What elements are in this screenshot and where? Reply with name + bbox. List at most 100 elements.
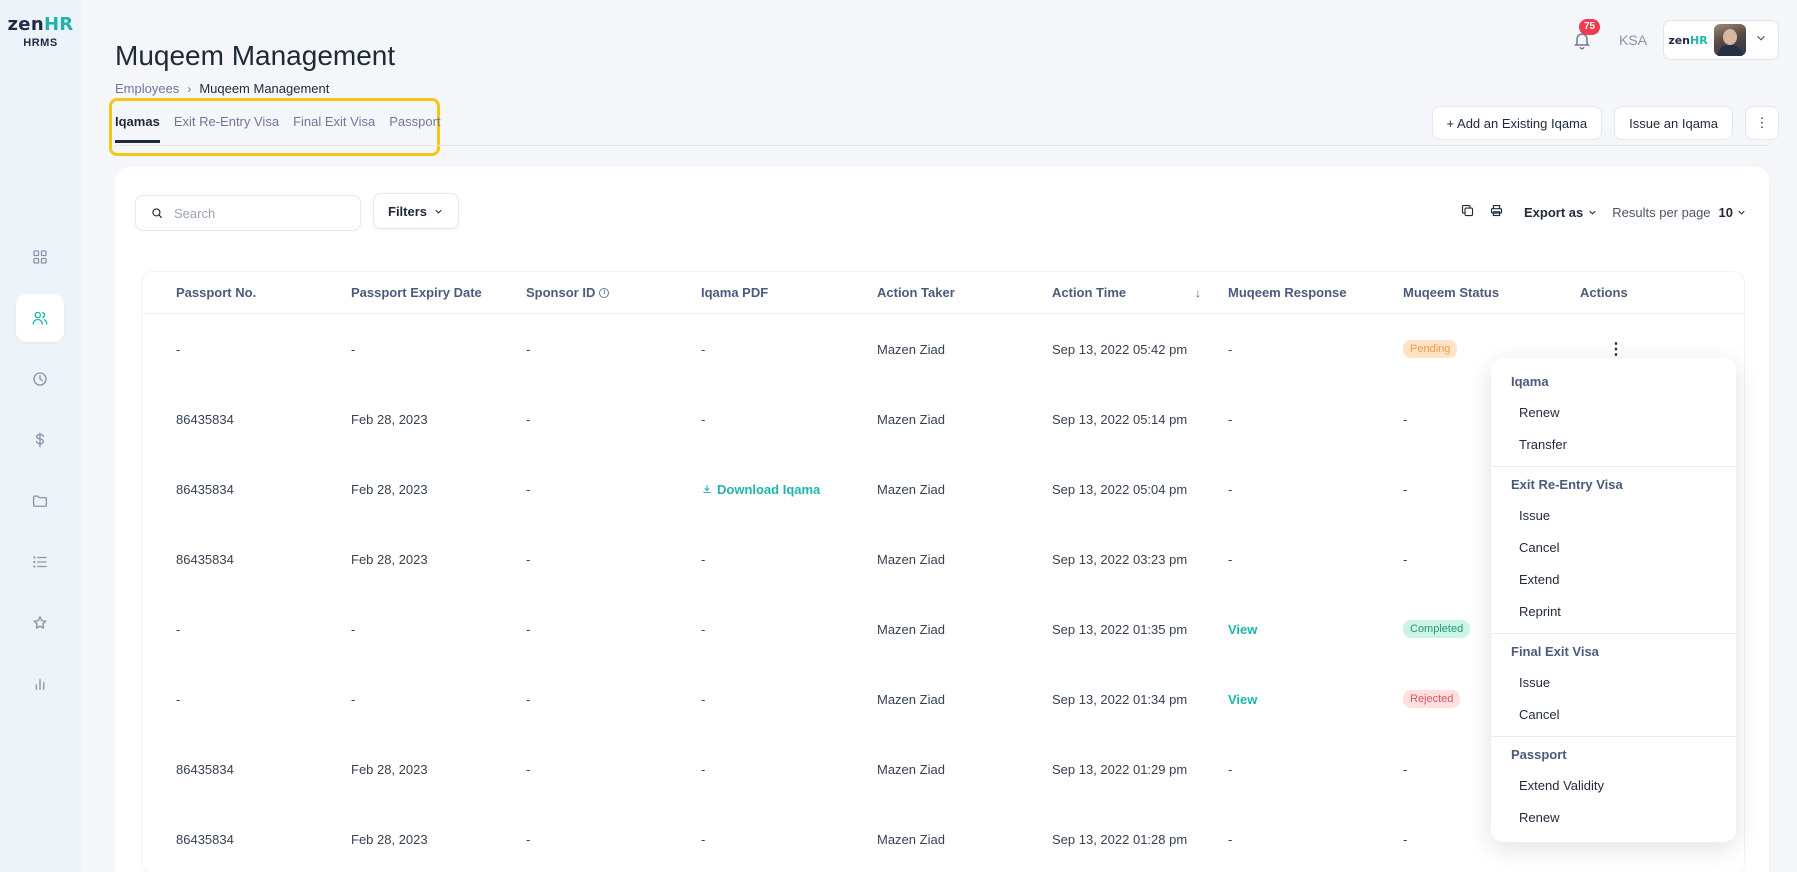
- sidebar: zenHR HRMS: [0, 0, 81, 872]
- cell-action-taker: Mazen Ziad: [877, 411, 945, 427]
- download-icon: [703, 485, 711, 493]
- cell-passport-expiry: -: [351, 621, 356, 637]
- status-badge: Pending: [1403, 340, 1458, 358]
- region-selector[interactable]: KSA: [1619, 32, 1647, 48]
- results-per-page-label: Results per page: [1612, 204, 1711, 220]
- column-header-actions: Actions: [1580, 285, 1628, 300]
- cell-muqeem-status: Pending: [1403, 314, 1458, 384]
- add-existing-iqama-button[interactable]: + Add an Existing Iqama: [1431, 106, 1603, 140]
- tab-final-exit-visa[interactable]: Final Exit Visa: [293, 114, 375, 143]
- tab-exit-re-entry-visa[interactable]: Exit Re-Entry Visa: [174, 114, 279, 143]
- menu-item-exit-re-entry-visa-extend[interactable]: Extend: [1491, 563, 1736, 595]
- more-options-button[interactable]: ⋮: [1745, 106, 1779, 140]
- export-label: Export as: [1524, 204, 1584, 220]
- search-icon: [152, 208, 163, 219]
- tab-bar: Iqamas Exit Re-Entry Visa Final Exit Vis…: [115, 114, 441, 143]
- chevron-down-icon: [1754, 31, 1768, 50]
- sidebar-item-employees[interactable]: [16, 294, 64, 342]
- export-as-dropdown[interactable]: Export as: [1524, 205, 1598, 220]
- search-input[interactable]: [174, 205, 344, 221]
- cell-passport-expiry: Feb 28, 2023: [351, 761, 428, 777]
- breadcrumb-employees-link[interactable]: Employees: [115, 81, 179, 96]
- menu-item-final-exit-visa-cancel[interactable]: Cancel: [1491, 698, 1736, 730]
- cell-sponsor-id: -: [526, 621, 531, 637]
- cell-passport-no: 86435834: [176, 831, 234, 847]
- row-actions-menu: Iqama Renew Transfer Exit Re-Entry Visa Issu…: [1491, 358, 1736, 842]
- cell-action-time: Sep 13, 2022 03:23 pm: [1052, 551, 1188, 567]
- issue-iqama-button[interactable]: Issue an Iqama: [1614, 106, 1733, 140]
- column-header-passport-no[interactable]: Passport No.: [176, 272, 256, 313]
- sort-descending-icon[interactable]: ↓: [1195, 272, 1201, 313]
- cell-iqama-pdf: -: [701, 831, 706, 847]
- copy-button[interactable]: [1460, 203, 1475, 221]
- cell-passport-no: 86435834: [176, 761, 234, 777]
- company-logo-zen: zen: [1668, 33, 1691, 47]
- menu-item-iqama-renew[interactable]: Renew: [1491, 396, 1736, 428]
- cell-muqeem-status: -: [1403, 411, 1408, 427]
- cell-action-time: Sep 13, 2022 01:28 pm: [1052, 831, 1188, 847]
- column-header-action-taker[interactable]: Action Taker: [877, 272, 955, 313]
- cell-action-taker: Mazen Ziad: [877, 831, 945, 847]
- notifications-button[interactable]: 75: [1569, 19, 1601, 53]
- results-per-page-select[interactable]: 10: [1719, 205, 1747, 220]
- profile-menu[interactable]: zen HR: [1663, 20, 1779, 60]
- menu-item-exit-re-entry-visa-reprint[interactable]: Reprint: [1491, 595, 1736, 627]
- chart-icon: [35, 678, 45, 690]
- sidebar-item-payroll[interactable]: [16, 416, 64, 464]
- sidebar-item-documents[interactable]: [16, 477, 64, 525]
- users-icon: [32, 311, 48, 325]
- cell-iqama-pdf: -: [701, 691, 706, 707]
- print-button[interactable]: [1489, 203, 1504, 221]
- sidebar-item-performance[interactable]: [16, 599, 64, 647]
- menu-item-passport-renew[interactable]: Renew: [1491, 801, 1736, 833]
- cell-muqeem-status: -: [1403, 481, 1408, 497]
- cell-muqeem-response: -: [1228, 831, 1233, 847]
- menu-item-passport-extend-validity[interactable]: Extend Validity: [1491, 769, 1736, 801]
- cell-action-taker: Mazen Ziad: [877, 341, 945, 357]
- view-response-link[interactable]: View: [1228, 692, 1257, 707]
- cell-action-time: Sep 13, 2022 01:35 pm: [1052, 621, 1188, 637]
- menu-item-exit-re-entry-visa-issue[interactable]: Issue: [1491, 499, 1736, 531]
- menu-item-iqama-transfer[interactable]: Transfer: [1491, 428, 1736, 460]
- cell-muqeem-response: -: [1228, 411, 1233, 427]
- menu-group: Iqama Renew Transfer: [1491, 364, 1736, 467]
- cell-muqeem-status: -: [1403, 831, 1408, 847]
- column-header-passport-expiry[interactable]: Passport Expiry Date: [351, 272, 482, 313]
- menu-group: Passport Extend Validity Renew: [1491, 737, 1736, 839]
- filters-label: Filters: [388, 203, 428, 219]
- cell-passport-no: 86435834: [176, 481, 234, 497]
- cell-muqeem-status: -: [1403, 761, 1408, 777]
- column-header-muqeem-status[interactable]: Muqeem Status: [1403, 272, 1499, 313]
- cell-passport-expiry: Feb 28, 2023: [351, 411, 428, 427]
- cell-sponsor-id: -: [526, 831, 531, 847]
- cell-passport-no: -: [176, 621, 181, 637]
- logo-zen-text: zen: [7, 14, 44, 35]
- menu-item-final-exit-visa-issue[interactable]: Issue: [1491, 666, 1736, 698]
- tab-iqamas[interactable]: Iqamas: [115, 114, 160, 143]
- column-header-action-time[interactable]: Action Time: [1052, 272, 1126, 313]
- download-iqama-link[interactable]: Download Iqama: [701, 482, 820, 497]
- sidebar-item-dashboard[interactable]: [16, 233, 64, 281]
- column-header-iqama-pdf[interactable]: Iqama PDF: [701, 272, 768, 313]
- cell-passport-no: 86435834: [176, 551, 234, 567]
- sidebar-item-lists[interactable]: [16, 538, 64, 586]
- logo-hr-text: HR: [43, 14, 74, 35]
- zenhr-logo[interactable]: zenHR HRMS: [0, 14, 81, 49]
- cell-muqeem-status: Rejected: [1403, 664, 1461, 734]
- list-icon: [33, 556, 47, 568]
- clock-icon: [33, 372, 47, 386]
- view-response-link[interactable]: View: [1228, 622, 1257, 637]
- cell-passport-expiry: Feb 28, 2023: [351, 481, 428, 497]
- sidebar-item-reports[interactable]: [16, 660, 64, 708]
- menu-group: Final Exit Visa Issue Cancel: [1491, 634, 1736, 737]
- info-icon[interactable]: i: [599, 287, 610, 298]
- column-header-sponsor-id[interactable]: Sponsor ID i: [526, 272, 610, 313]
- filters-button[interactable]: Filters: [373, 193, 460, 229]
- menu-group-heading: Final Exit Visa: [1511, 644, 1599, 659]
- cell-passport-expiry: Feb 28, 2023: [351, 831, 428, 847]
- sidebar-item-time[interactable]: [16, 355, 64, 403]
- menu-item-exit-re-entry-visa-cancel[interactable]: Cancel: [1491, 531, 1736, 563]
- cell-action-time: Sep 13, 2022 01:34 pm: [1052, 691, 1188, 707]
- column-header-muqeem-response[interactable]: Muqeem Response: [1228, 272, 1346, 313]
- tab-passport[interactable]: Passport: [389, 114, 440, 143]
